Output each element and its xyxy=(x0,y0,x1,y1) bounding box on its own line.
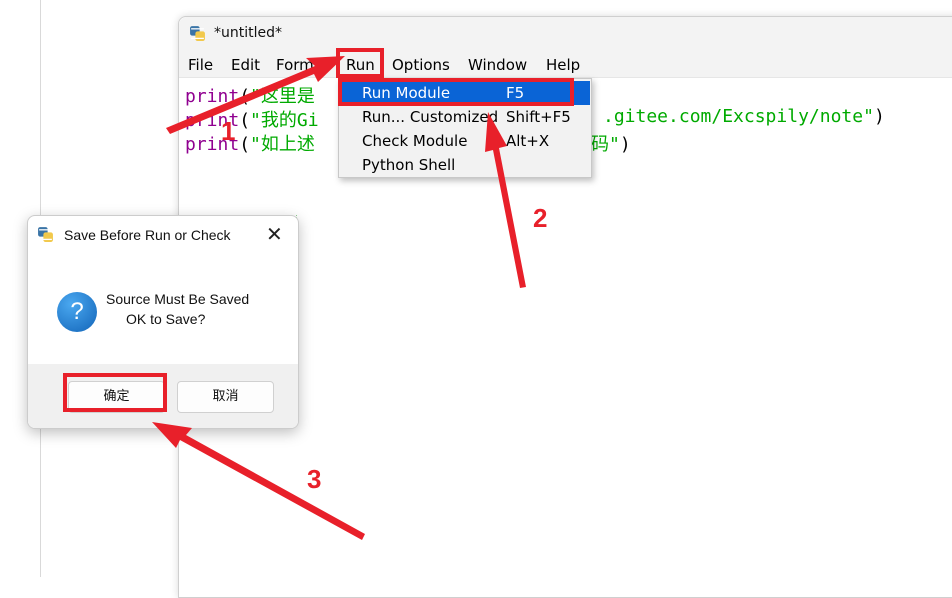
annotation-box-run-module xyxy=(338,78,574,106)
annotation-step-1: 1 xyxy=(221,116,236,146)
dialog-message-line2: OK to Save? xyxy=(126,311,206,327)
python-icon xyxy=(38,227,53,242)
window-title: *untitled* xyxy=(214,25,283,41)
code-string: "这里是 xyxy=(250,86,315,107)
menu-item-check-module[interactable]: Check Module Alt+X xyxy=(340,129,590,153)
menu-item-shortcut: Shift+F5 xyxy=(506,108,571,126)
title-bar: *untitled* xyxy=(179,17,952,51)
annotation-box-ok-button xyxy=(63,373,167,412)
code-string: "如上述 xyxy=(250,134,315,155)
code-string: .gitee.com/Excspily/note" xyxy=(603,106,874,127)
python-icon xyxy=(190,26,205,41)
menu-item-shortcut: Alt+X xyxy=(506,132,550,150)
code-paren: ( xyxy=(239,110,251,131)
code-string: "我的Gi xyxy=(250,110,319,131)
menu-window[interactable]: Window xyxy=(468,56,527,74)
menu-item-python-shell[interactable]: Python Shell xyxy=(340,153,590,177)
code-paren: ( xyxy=(239,134,251,155)
code-paren: ) xyxy=(619,134,631,155)
cancel-button[interactable]: 取消 xyxy=(177,381,274,413)
question-icon: ? xyxy=(57,292,97,332)
menu-help[interactable]: Help xyxy=(546,56,580,74)
menu-format[interactable]: Format xyxy=(276,56,329,74)
annotation-box-run-menu xyxy=(336,48,384,78)
code-line: print("我的Gi xyxy=(185,106,319,132)
code-keyword: print xyxy=(185,86,240,107)
code-string: 码" xyxy=(591,134,620,155)
code-line: print("这里是 xyxy=(185,82,315,108)
menu-item-label: Python Shell xyxy=(362,156,456,174)
menu-item-label: Check Module xyxy=(362,132,468,150)
annotation-step-2: 2 xyxy=(533,203,548,233)
menu-file[interactable]: File xyxy=(188,56,213,74)
dialog-message-line1: Source Must Be Saved xyxy=(106,291,250,307)
dialog-title: Save Before Run or Check xyxy=(64,227,231,243)
menu-item-label: Run... Customized xyxy=(362,108,499,126)
code-paren: ) xyxy=(873,106,885,127)
annotation-step-3: 3 xyxy=(307,464,322,494)
code-paren: ( xyxy=(239,86,251,107)
close-icon[interactable]: ✕ xyxy=(266,222,283,246)
code-line-tail: 码") xyxy=(591,130,631,156)
menu-bar: File Edit Format Run Options Window Help xyxy=(179,51,952,78)
code-line: print("如上述 xyxy=(185,130,315,156)
menu-edit[interactable]: Edit xyxy=(231,56,260,74)
menu-item-run-customized[interactable]: Run... Customized Shift+F5 xyxy=(340,105,590,129)
code-line-tail: .gitee.com/Excspily/note") xyxy=(603,106,885,127)
menu-options[interactable]: Options xyxy=(392,56,450,74)
